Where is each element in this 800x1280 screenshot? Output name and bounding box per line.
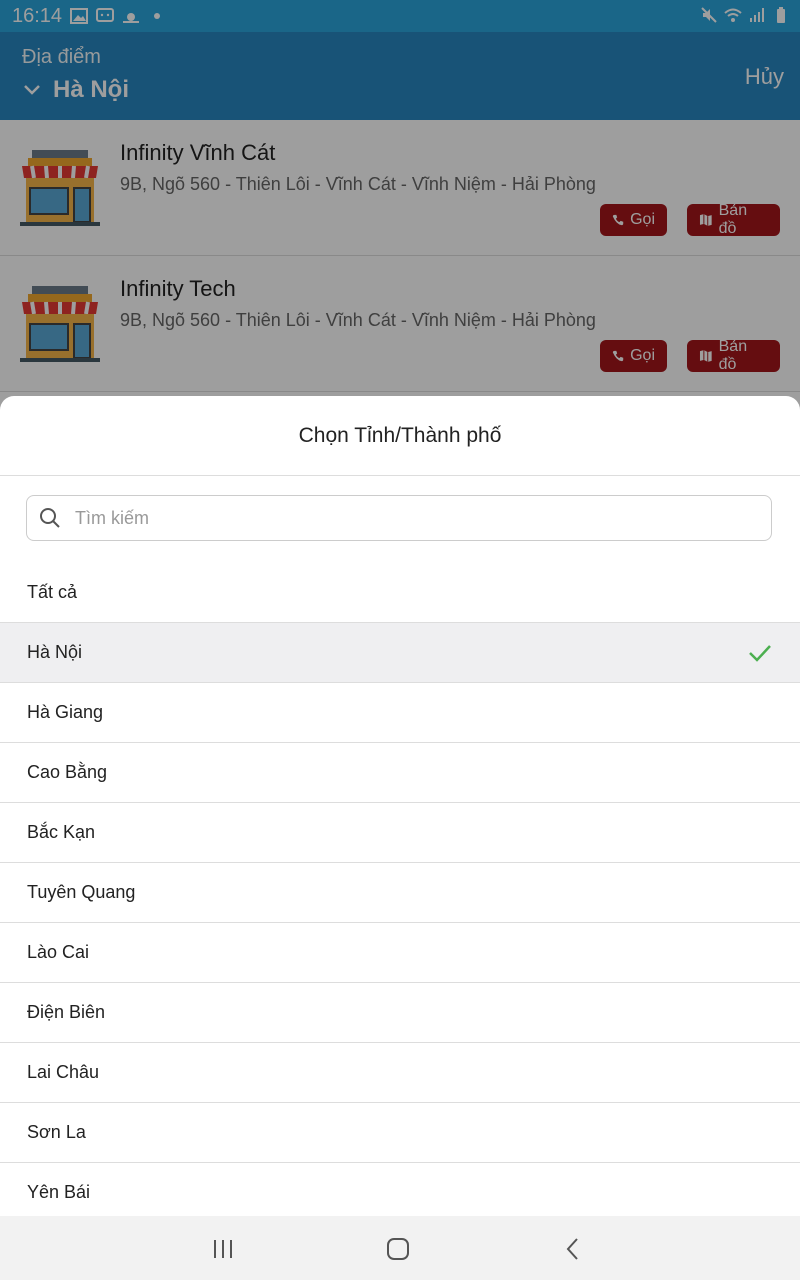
province-item-lao-cai[interactable]: Lào Cai xyxy=(0,923,800,983)
province-item-lai-chau[interactable]: Lai Châu xyxy=(0,1043,800,1103)
province-item-cao-bang[interactable]: Cao Bằng xyxy=(0,743,800,803)
province-label: Bắc Kạn xyxy=(27,822,96,842)
province-label: Hà Nội xyxy=(27,642,83,662)
province-picker-sheet: Chọn Tỉnh/Thành phố Tất cả Hà Nội Hà Gia… xyxy=(0,396,800,1216)
back-icon[interactable] xyxy=(560,1236,586,1262)
checkmark-icon xyxy=(749,645,771,662)
province-label: Điện Biên xyxy=(27,1002,106,1022)
search-icon xyxy=(40,508,60,528)
search-input[interactable] xyxy=(73,506,737,530)
province-item-dien-bien[interactable]: Điện Biên xyxy=(0,983,800,1043)
province-label: Cao Bằng xyxy=(27,762,108,782)
province-label: Yên Bái xyxy=(27,1182,91,1202)
province-item-bac-kan[interactable]: Bắc Kạn xyxy=(0,803,800,863)
province-item-tuyen-quang[interactable]: Tuyên Quang xyxy=(0,863,800,923)
province-label: Sơn La xyxy=(27,1122,86,1142)
province-list: Tất cả Hà Nội Hà Giang Cao Bằng Bắc Kạn … xyxy=(0,563,800,1216)
search-box[interactable] xyxy=(26,495,772,541)
province-label: Hà Giang xyxy=(27,702,104,722)
province-item-ha-giang[interactable]: Hà Giang xyxy=(0,683,800,743)
province-label: Tuyên Quang xyxy=(27,882,136,902)
system-nav-bar xyxy=(0,1216,800,1280)
province-label: Tất cả xyxy=(27,582,78,602)
sheet-title: Chọn Tỉnh/Thành phố xyxy=(0,396,800,476)
province-item-yen-bai[interactable]: Yên Bái xyxy=(0,1163,800,1216)
province-item-all[interactable]: Tất cả xyxy=(0,563,800,623)
recents-icon[interactable] xyxy=(210,1236,236,1262)
home-icon[interactable] xyxy=(385,1236,411,1262)
province-label: Lào Cai xyxy=(27,942,90,962)
province-label: Lai Châu xyxy=(27,1062,100,1082)
province-item-son-la[interactable]: Sơn La xyxy=(0,1103,800,1163)
province-item-ha-noi[interactable]: Hà Nội xyxy=(0,623,800,683)
